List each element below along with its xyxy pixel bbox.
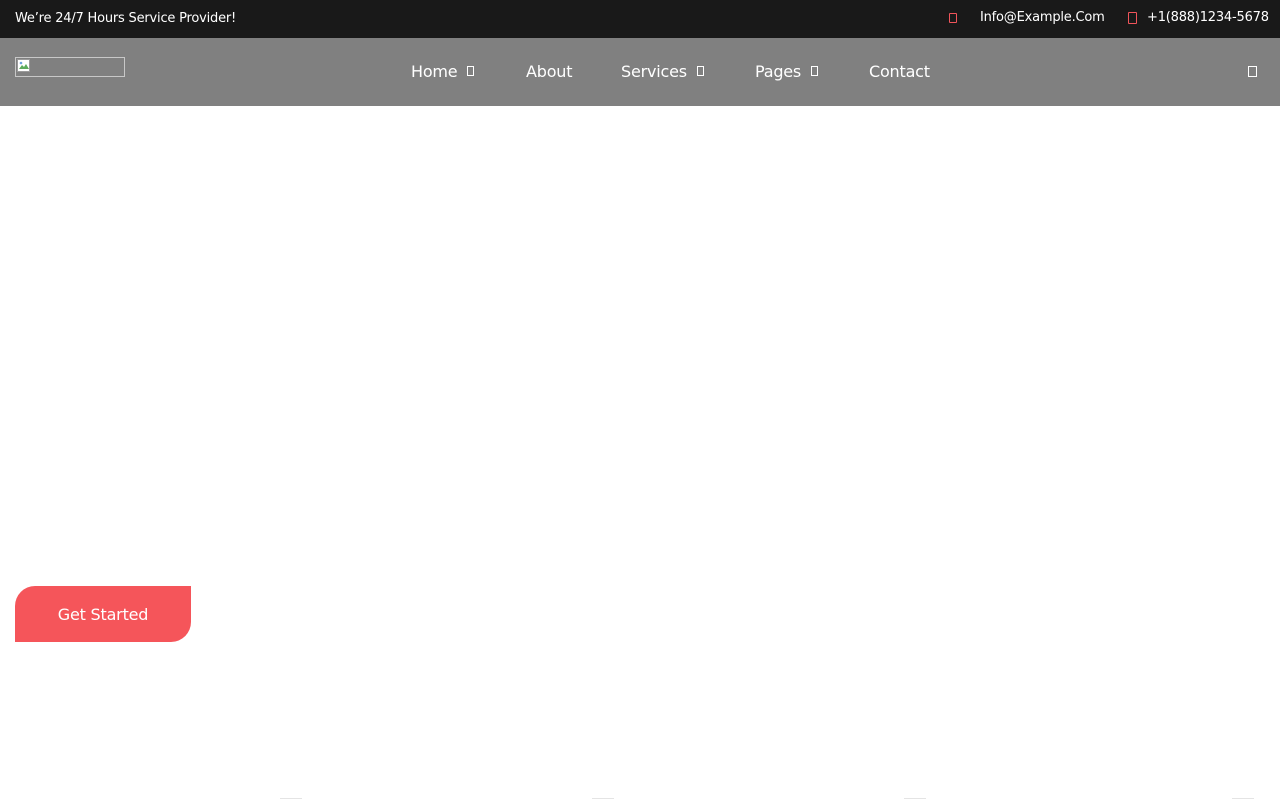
nav-item-label: Pages [755,62,802,81]
get-started-label: Get Started [57,604,149,624]
nav-item-pages[interactable]: Pages [755,62,819,81]
phone-text: +1(888)1234-5678 [1147,10,1269,25]
nav-item-services[interactable]: Services [621,62,704,81]
top-info-bar: We’re 24/7 Hours Service Provider! Info@… [0,0,1280,38]
nav-item-label: Contact [869,62,930,81]
main-navigation-bar: Home About Services Pages Contact [0,38,1280,106]
tagline-text: We’re 24/7 Hours Service Provider! [15,11,237,26]
chevron-down-icon [696,66,704,76]
email-contact-link[interactable]: Info@Example.Com [949,10,1105,25]
nav-item-contact[interactable]: Contact [869,62,930,81]
chevron-down-icon [811,66,819,76]
divider-mark [1232,798,1254,799]
chevron-down-icon [467,66,475,76]
divider-mark [280,798,302,799]
email-text: Info@Example.Com [980,10,1105,25]
nav-item-label: Services [621,62,687,81]
phone-icon [1128,11,1137,24]
broken-image-icon [17,59,30,72]
nav-item-home[interactable]: Home [411,62,475,81]
nav-item-label: Home [411,62,458,81]
divider-mark [592,798,614,799]
search-icon[interactable] [1248,66,1257,77]
divider-mark [904,798,926,799]
envelope-icon [949,12,957,23]
nav-item-label: About [526,62,573,81]
get-started-button[interactable]: Get Started [15,586,191,642]
site-logo[interactable] [15,57,125,77]
nav-item-about[interactable]: About [526,62,573,81]
phone-contact-link[interactable]: +1(888)1234-5678 [1128,10,1269,25]
